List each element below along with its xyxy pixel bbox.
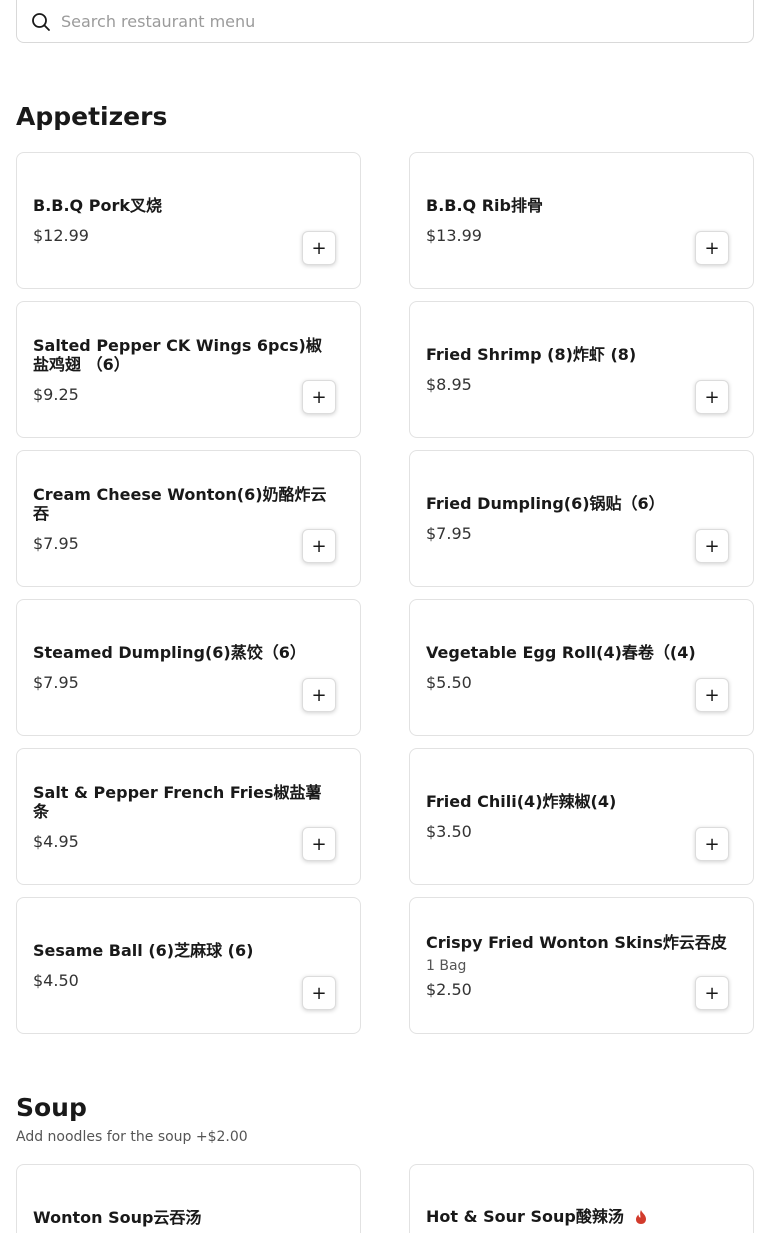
add-item-button[interactable]: + [695, 529, 729, 563]
menu-item-price: $7.95 [426, 524, 472, 543]
add-item-button[interactable]: + [695, 380, 729, 414]
menu-item-card[interactable]: Fried Dumpling(6)锅贴（6） $7.95 + [409, 450, 754, 587]
add-item-button[interactable]: + [302, 529, 336, 563]
menu-item-card[interactable]: Steamed Dumpling(6)蒸饺（6） $7.95 + [16, 599, 361, 736]
menu-item-card[interactable]: Fried Shrimp (8)炸虾 (8) $8.95 + [409, 301, 754, 438]
menu-item-card[interactable]: Hot & Sour Soup酸辣汤 [409, 1164, 754, 1233]
menu-item-card[interactable]: Fried Chili(4)炸辣椒(4) $3.50 + [409, 748, 754, 885]
menu-item-card[interactable]: Crispy Fried Wonton Skins炸云吞皮 1 Bag $2.5… [409, 897, 754, 1034]
add-item-button[interactable]: + [302, 678, 336, 712]
add-item-button[interactable]: + [302, 827, 336, 861]
menu-item-card[interactable]: Wonton Soup云吞汤 [16, 1164, 361, 1233]
menu-item-price: $13.99 [426, 226, 482, 245]
section-title-appetizers: Appetizers [16, 102, 168, 131]
flame-icon [635, 1209, 646, 1224]
add-item-button[interactable]: + [695, 678, 729, 712]
menu-item-name: Fried Dumpling(6)锅贴（6） [426, 494, 665, 513]
menu-item-price: $2.50 [426, 979, 472, 999]
add-item-button[interactable]: + [302, 380, 336, 414]
menu-item-name: Fried Shrimp (8)炸虾 (8) [426, 345, 637, 364]
menu-item-card[interactable]: Sesame Ball (6)芝麻球 (6) $4.50 + [16, 897, 361, 1034]
menu-item-price: $3.50 [426, 822, 472, 841]
menu-item-card[interactable]: B.B.Q Pork叉烧 $12.99 + [16, 152, 361, 289]
search-bar[interactable] [16, 0, 754, 43]
menu-item-price: $7.95 [33, 673, 79, 692]
search-input[interactable] [61, 12, 701, 31]
menu-item-price: $4.50 [33, 971, 79, 990]
menu-item-card[interactable]: Cream Cheese Wonton(6)奶酪炸云吞 $7.95 + [16, 450, 361, 587]
menu-item-name: Fried Chili(4)炸辣椒(4) [426, 792, 617, 811]
menu-item-price: $7.95 [33, 533, 79, 553]
section-subtitle: Add noodles for the soup +$2.00 [16, 1129, 248, 1145]
menu-item-card[interactable]: Salted Pepper CK Wings 6pcs)椒盐鸡翅 （6） $9.… [16, 301, 361, 438]
menu-item-card[interactable]: B.B.Q Rib排骨 $13.99 + [409, 152, 754, 289]
menu-item-name: Salted Pepper CK Wings 6pcs)椒盐鸡翅 （6） [33, 335, 322, 374]
add-item-button[interactable]: + [302, 231, 336, 265]
menu-item-price: $4.95 [33, 831, 79, 851]
menu-item-card[interactable]: Salt & Pepper French Fries椒盐薯条 $4.95 + [16, 748, 361, 885]
menu-item-price: $8.95 [426, 375, 472, 394]
search-icon [32, 12, 50, 31]
menu-item-name: Sesame Ball (6)芝麻球 (6) [33, 941, 254, 960]
menu-item-name: Hot & Sour Soup酸辣汤 [426, 1207, 624, 1226]
menu-item-name: Wonton Soup云吞汤 [33, 1208, 202, 1227]
menu-item-name: B.B.Q Pork叉烧 [33, 196, 162, 215]
menu-item-card[interactable]: Vegetable Egg Roll(4)春卷（(4) $5.50 + [409, 599, 754, 736]
menu-item-name: Cream Cheese Wonton(6)奶酪炸云吞 [33, 484, 327, 523]
menu-item-name: Salt & Pepper French Fries椒盐薯条 [33, 782, 322, 821]
menu-item-price: $5.50 [426, 673, 472, 692]
section-title-soup: Soup [16, 1093, 87, 1122]
add-item-button[interactable]: + [695, 976, 729, 1010]
add-item-button[interactable]: + [695, 827, 729, 861]
menu-item-name: B.B.Q Rib排骨 [426, 196, 543, 215]
add-item-button[interactable]: + [302, 976, 336, 1010]
menu-item-description: 1 Bag [426, 957, 467, 974]
menu-item-name: Vegetable Egg Roll(4)春卷（(4) [426, 643, 696, 662]
menu-item-name: Steamed Dumpling(6)蒸饺（6） [33, 643, 306, 662]
menu-item-name: Crispy Fried Wonton Skins炸云吞皮 [426, 932, 727, 952]
menu-item-price: $9.25 [33, 384, 79, 404]
menu-item-price: $12.99 [33, 226, 89, 245]
add-item-button[interactable]: + [695, 231, 729, 265]
